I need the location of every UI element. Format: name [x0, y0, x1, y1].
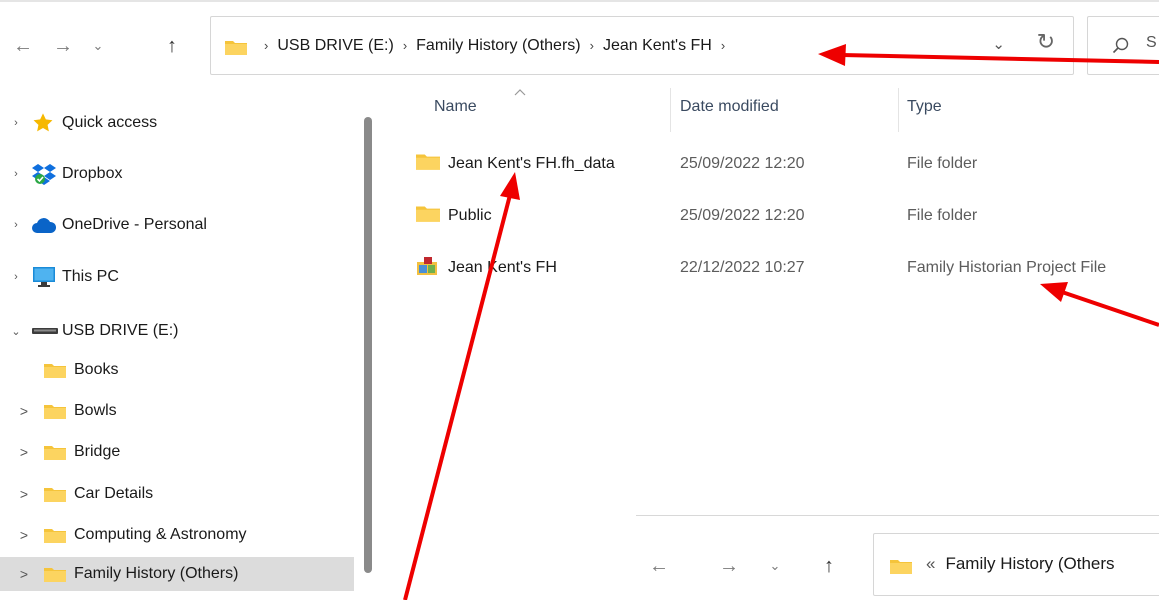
file-type: File folder [907, 155, 978, 172]
file-row[interactable]: Jean Kent's FH 22/12/2022 10:27 Family H… [412, 248, 1159, 288]
sidebar-item-onedrive[interactable]: › OneDrive - Personal [0, 208, 354, 242]
recent-locations-button[interactable]: ⌄ [85, 32, 111, 60]
annotation-arrow [1040, 282, 1159, 327]
sidebar-item-label: This PC [62, 268, 119, 285]
address-bar[interactable]: › USB DRIVE (E:) › Family History (Other… [210, 16, 1074, 75]
column-header-type[interactable]: Type [907, 98, 942, 116]
sidebar-item-label: Books [74, 361, 119, 378]
breadcrumb-usb-drive[interactable]: USB DRIVE (E:) [277, 37, 393, 55]
sidebar-item-usb-drive[interactable]: ⌄ USB DRIVE (E:) [0, 314, 354, 348]
hidden-path-chevrons[interactable]: « [926, 554, 935, 573]
search-placeholder: S [1146, 34, 1157, 51]
window-top-edge [0, 0, 1159, 2]
monitor-icon [32, 266, 56, 288]
breadcrumb-separator: › [264, 38, 269, 53]
breadcrumb-family-history[interactable]: Family History (Others) [416, 37, 580, 55]
folder-icon [890, 558, 912, 579]
column-divider[interactable] [670, 88, 671, 132]
file-date-modified: 22/12/2022 10:27 [680, 259, 805, 276]
breadcrumb: › USB DRIVE (E:) › Family History (Other… [255, 17, 734, 74]
drive-icon [32, 326, 58, 336]
sidebar-item-quick-access[interactable]: › Quick access [0, 106, 354, 140]
file-type: Family Historian Project File [907, 259, 1107, 276]
refresh-button[interactable]: ↻ [1037, 29, 1055, 55]
back-button[interactable]: ← [10, 32, 36, 60]
folder-icon [44, 486, 66, 502]
folder-icon [44, 566, 66, 582]
folder-icon [44, 527, 66, 543]
breadcrumb-separator[interactable]: › [403, 38, 407, 53]
cloud-icon [31, 216, 57, 234]
sidebar-item-label: OneDrive - Personal [62, 216, 207, 233]
collapse-chevron-icon[interactable]: ⌄ [10, 325, 22, 338]
up-button[interactable]: ↑ [159, 32, 185, 60]
sidebar-scrollbar[interactable] [364, 117, 372, 573]
address-bar[interactable]: « Family History (Others [873, 533, 1159, 596]
expand-chevron-icon[interactable]: > [18, 486, 30, 502]
expand-chevron-icon[interactable]: › [10, 219, 22, 231]
sidebar-item-this-pc[interactable]: › This PC [0, 260, 354, 294]
file-name: Jean Kent's FH.fh_data [448, 155, 615, 172]
sidebar-item-dropbox[interactable]: › Dropbox [0, 157, 354, 191]
file-name: Jean Kent's FH [448, 259, 557, 276]
sidebar-item-label: Quick access [62, 114, 158, 131]
sidebar-item-family-history[interactable]: > Family History (Others) [0, 557, 354, 591]
sidebar-item-bowls[interactable]: > Bowls [0, 394, 354, 428]
expand-chevron-icon[interactable]: > [18, 527, 30, 543]
fh-project-icon [416, 256, 440, 281]
column-header-name[interactable]: Name [434, 98, 477, 116]
back-button[interactable]: ← [646, 554, 672, 578]
address-dropdown-button[interactable]: ⌄ [992, 35, 1005, 53]
sidebar-item-label: Family History (Others) [74, 565, 239, 582]
breadcrumb-separator[interactable]: › [590, 38, 594, 53]
sidebar-item-label: USB DRIVE (E:) [62, 322, 179, 339]
folder-icon [416, 152, 440, 175]
folder-icon [416, 204, 440, 227]
expand-chevron-icon[interactable]: › [10, 168, 22, 180]
up-button[interactable]: ↑ [816, 554, 842, 578]
file-type: File folder [907, 207, 978, 224]
expand-chevron-icon[interactable]: > [18, 444, 30, 460]
sidebar-item-label: Bowls [74, 402, 117, 419]
folder-icon [225, 39, 247, 60]
search-input[interactable]: S [1087, 16, 1159, 75]
dropbox-icon [32, 163, 56, 185]
sidebar-item-computing-astronomy[interactable]: > Computing & Astronomy [0, 518, 354, 552]
file-row[interactable]: Public 25/09/2022 12:20 File folder [412, 196, 1159, 236]
recent-locations-button[interactable]: ⌄ [762, 554, 788, 578]
search-icon [1112, 37, 1130, 60]
sidebar-item-label: Bridge [74, 443, 121, 460]
breadcrumb-jean-kents-fh[interactable]: Jean Kent's FH [603, 37, 712, 55]
sidebar-item-books[interactable]: Books [0, 353, 354, 387]
annotation-arrow [403, 172, 520, 600]
expand-chevron-icon[interactable]: > [18, 566, 30, 582]
sidebar-item-label: Computing & Astronomy [74, 526, 247, 543]
file-row[interactable]: Jean Kent's FH.fh_data 25/09/2022 12:20 … [412, 144, 1159, 184]
sidebar-item-label: Car Details [74, 485, 154, 502]
folder-icon [44, 362, 66, 378]
breadcrumb-family-history[interactable]: Family History (Others [945, 554, 1114, 573]
folder-icon [44, 403, 66, 419]
forward-button[interactable]: → [50, 32, 76, 60]
expand-chevron-icon[interactable]: > [18, 403, 30, 419]
file-name: Public [448, 207, 492, 224]
sort-ascending-icon [514, 89, 526, 96]
folder-icon [44, 444, 66, 460]
sidebar-item-label: Dropbox [62, 165, 123, 182]
breadcrumb: « Family History (Others [926, 554, 1115, 574]
second-explorer-window: ← → ⌄ ↑ « Family History (Others [636, 515, 1159, 600]
column-header-date-modified[interactable]: Date modified [680, 98, 779, 116]
sidebar-item-car-details[interactable]: > Car Details [0, 477, 354, 511]
star-icon [32, 112, 54, 134]
expand-chevron-icon[interactable]: › [10, 271, 22, 283]
navigation-pane: › Quick access › Dropbox › OneDrive - Pe… [0, 92, 360, 600]
breadcrumb-separator[interactable]: › [721, 38, 725, 53]
expand-chevron-icon[interactable]: › [10, 117, 22, 129]
file-date-modified: 25/09/2022 12:20 [680, 155, 805, 172]
sidebar-item-bridge[interactable]: > Bridge [0, 435, 354, 469]
forward-button[interactable]: → [716, 554, 742, 578]
column-divider[interactable] [898, 88, 899, 132]
file-date-modified: 25/09/2022 12:20 [680, 207, 805, 224]
